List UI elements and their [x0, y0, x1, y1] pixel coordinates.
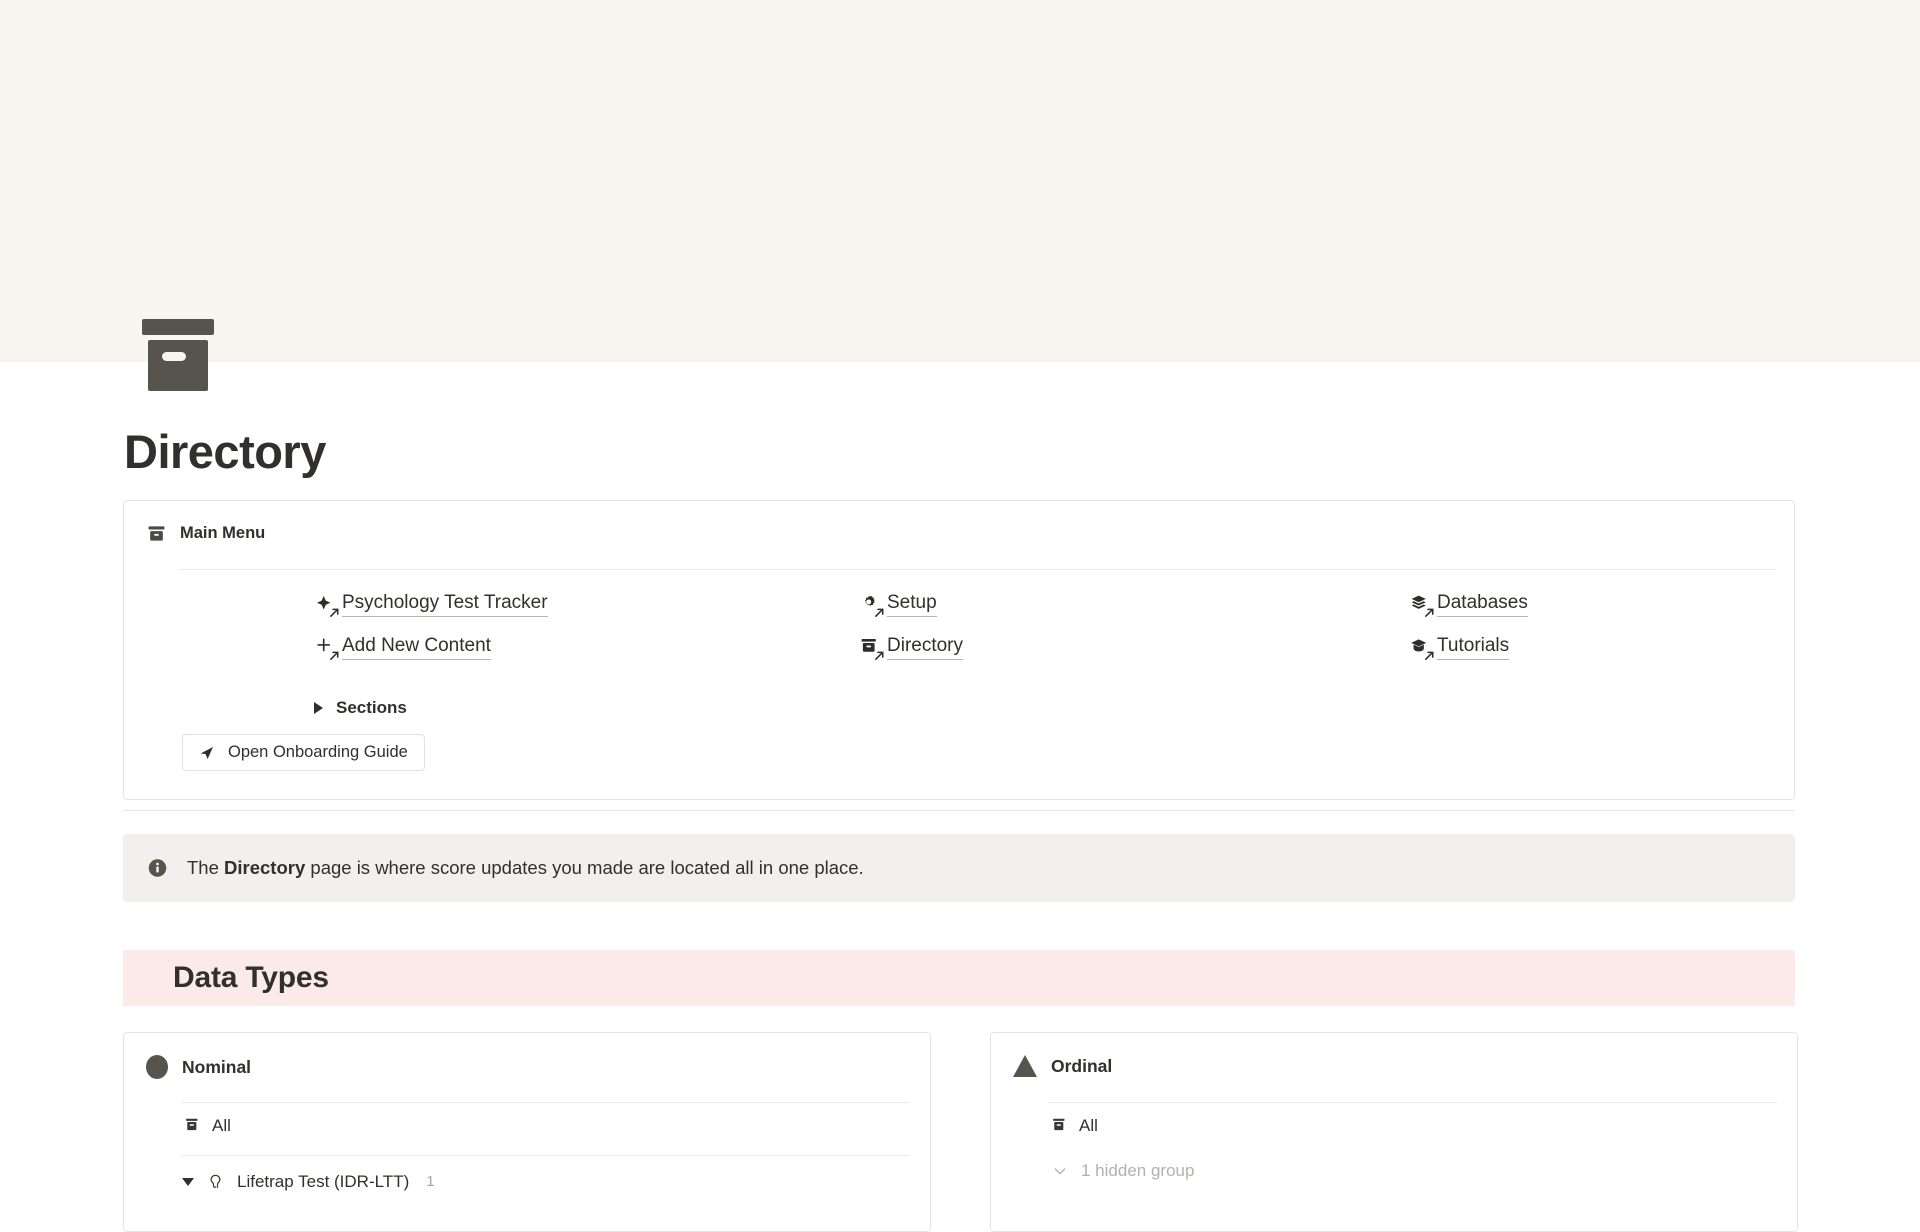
send-icon: [196, 742, 217, 763]
menu-link-setup[interactable]: Setup: [859, 591, 937, 618]
database-ordinal-tab-label: All: [1079, 1115, 1098, 1135]
database-ordinal-tab-all[interactable]: All: [1049, 1115, 1098, 1136]
archive-box-slot: [162, 352, 186, 361]
main-menu-row-2: Add New Content Directory Tutorials: [124, 634, 1794, 677]
menu-link-label: Add New Content: [342, 634, 491, 660]
database-ordinal-hidden-group-label: 1 hidden group: [1081, 1160, 1195, 1180]
info-callout-text: The Directory page is where score update…: [187, 855, 864, 881]
graduation-cap-icon: [1409, 636, 1434, 661]
main-menu-links-grid: Psychology Test Tracker Setup Databases …: [124, 591, 1794, 677]
main-menu-row-1: Psychology Test Tracker Setup Databases: [124, 591, 1794, 634]
database-ordinal-hidden-group[interactable]: 1 hidden group: [1049, 1160, 1194, 1181]
info-icon: [147, 858, 168, 879]
chevron-down-icon: [1049, 1160, 1070, 1181]
external-link-arrow-icon: [330, 608, 339, 618]
external-link-arrow-icon: [875, 608, 884, 618]
external-link-arrow-icon: [1425, 608, 1434, 618]
psychology-head-icon: [205, 1171, 226, 1192]
page-icon-archive-box[interactable]: [142, 319, 214, 391]
page-cover-banner: [0, 0, 1920, 362]
sections-toggle-label: Sections: [336, 698, 407, 717]
info-callout: The Directory page is where score update…: [123, 834, 1795, 902]
menu-link-label: Databases: [1437, 591, 1528, 617]
database-nominal-group-count: 1: [426, 1173, 435, 1190]
external-link-arrow-icon: [330, 651, 339, 661]
open-onboarding-guide-button[interactable]: Open Onboarding Guide: [182, 734, 425, 771]
open-onboarding-guide-label: Open Onboarding Guide: [228, 743, 408, 761]
main-menu-divider: [179, 569, 1776, 570]
menu-link-label: Setup: [887, 591, 937, 617]
external-link-arrow-icon: [1425, 651, 1434, 661]
main-menu-header-label: Main Menu: [180, 524, 266, 542]
archive-box-icon: [859, 636, 884, 661]
data-types-section-heading: Data Types: [123, 950, 1795, 1006]
gear-icon: [859, 593, 884, 618]
archive-box-lid: [142, 319, 214, 335]
menu-link-label: Psychology Test Tracker: [342, 591, 548, 617]
archive-box-body: [148, 340, 208, 391]
triangle-icon: [1013, 1055, 1037, 1077]
triangle-right-icon: [314, 702, 323, 714]
sections-toggle[interactable]: Sections: [314, 698, 407, 718]
triangle-down-icon[interactable]: [182, 1177, 194, 1186]
database-nominal-header: Nominal: [146, 1055, 251, 1079]
menu-link-tutorials[interactable]: Tutorials: [1409, 634, 1510, 661]
menu-link-label: Tutorials: [1437, 634, 1510, 660]
content-divider: [123, 810, 1795, 811]
callout-text-before: The: [187, 857, 225, 879]
menu-link-directory[interactable]: Directory: [859, 634, 964, 661]
plus-icon: [314, 636, 339, 661]
layers-icon: [1409, 593, 1434, 618]
database-card-nominal: Nominal All Lifetrap Test (IDR-LTT) 1: [123, 1032, 931, 1232]
database-nominal-tab-all[interactable]: All: [182, 1115, 231, 1136]
archive-box-icon: [1049, 1115, 1070, 1136]
database-nominal-group-row[interactable]: Lifetrap Test (IDR-LTT) 1: [182, 1171, 435, 1192]
menu-link-psychology-test-tracker[interactable]: Psychology Test Tracker: [314, 591, 548, 618]
menu-link-add-new-content[interactable]: Add New Content: [314, 634, 491, 661]
database-nominal-divider: [182, 1102, 910, 1103]
page-title: Directory: [124, 425, 326, 478]
archive-box-icon: [146, 523, 167, 544]
database-ordinal-title: Ordinal: [1051, 1055, 1113, 1076]
callout-text-after: page is where score updates you made are…: [305, 857, 864, 879]
circle-icon: [146, 1055, 168, 1079]
database-nominal-group-name: Lifetrap Test (IDR-LTT): [237, 1171, 410, 1191]
main-menu-header: Main Menu: [146, 523, 265, 544]
archive-box-icon: [182, 1115, 203, 1136]
database-ordinal-divider: [1049, 1102, 1777, 1103]
database-card-ordinal: Ordinal All 1 hidden group: [990, 1032, 1798, 1232]
data-types-heading-label: Data Types: [173, 961, 329, 994]
sparkle-icon: [314, 593, 339, 618]
menu-link-databases[interactable]: Databases: [1409, 591, 1528, 618]
database-nominal-tab-label: All: [212, 1115, 231, 1135]
database-nominal-title: Nominal: [182, 1056, 252, 1077]
external-link-arrow-icon: [875, 651, 884, 661]
menu-link-label: Directory: [887, 634, 964, 660]
database-ordinal-header: Ordinal: [1013, 1055, 1112, 1077]
callout-text-bold: Directory: [224, 857, 306, 879]
database-nominal-divider-2: [182, 1155, 910, 1156]
